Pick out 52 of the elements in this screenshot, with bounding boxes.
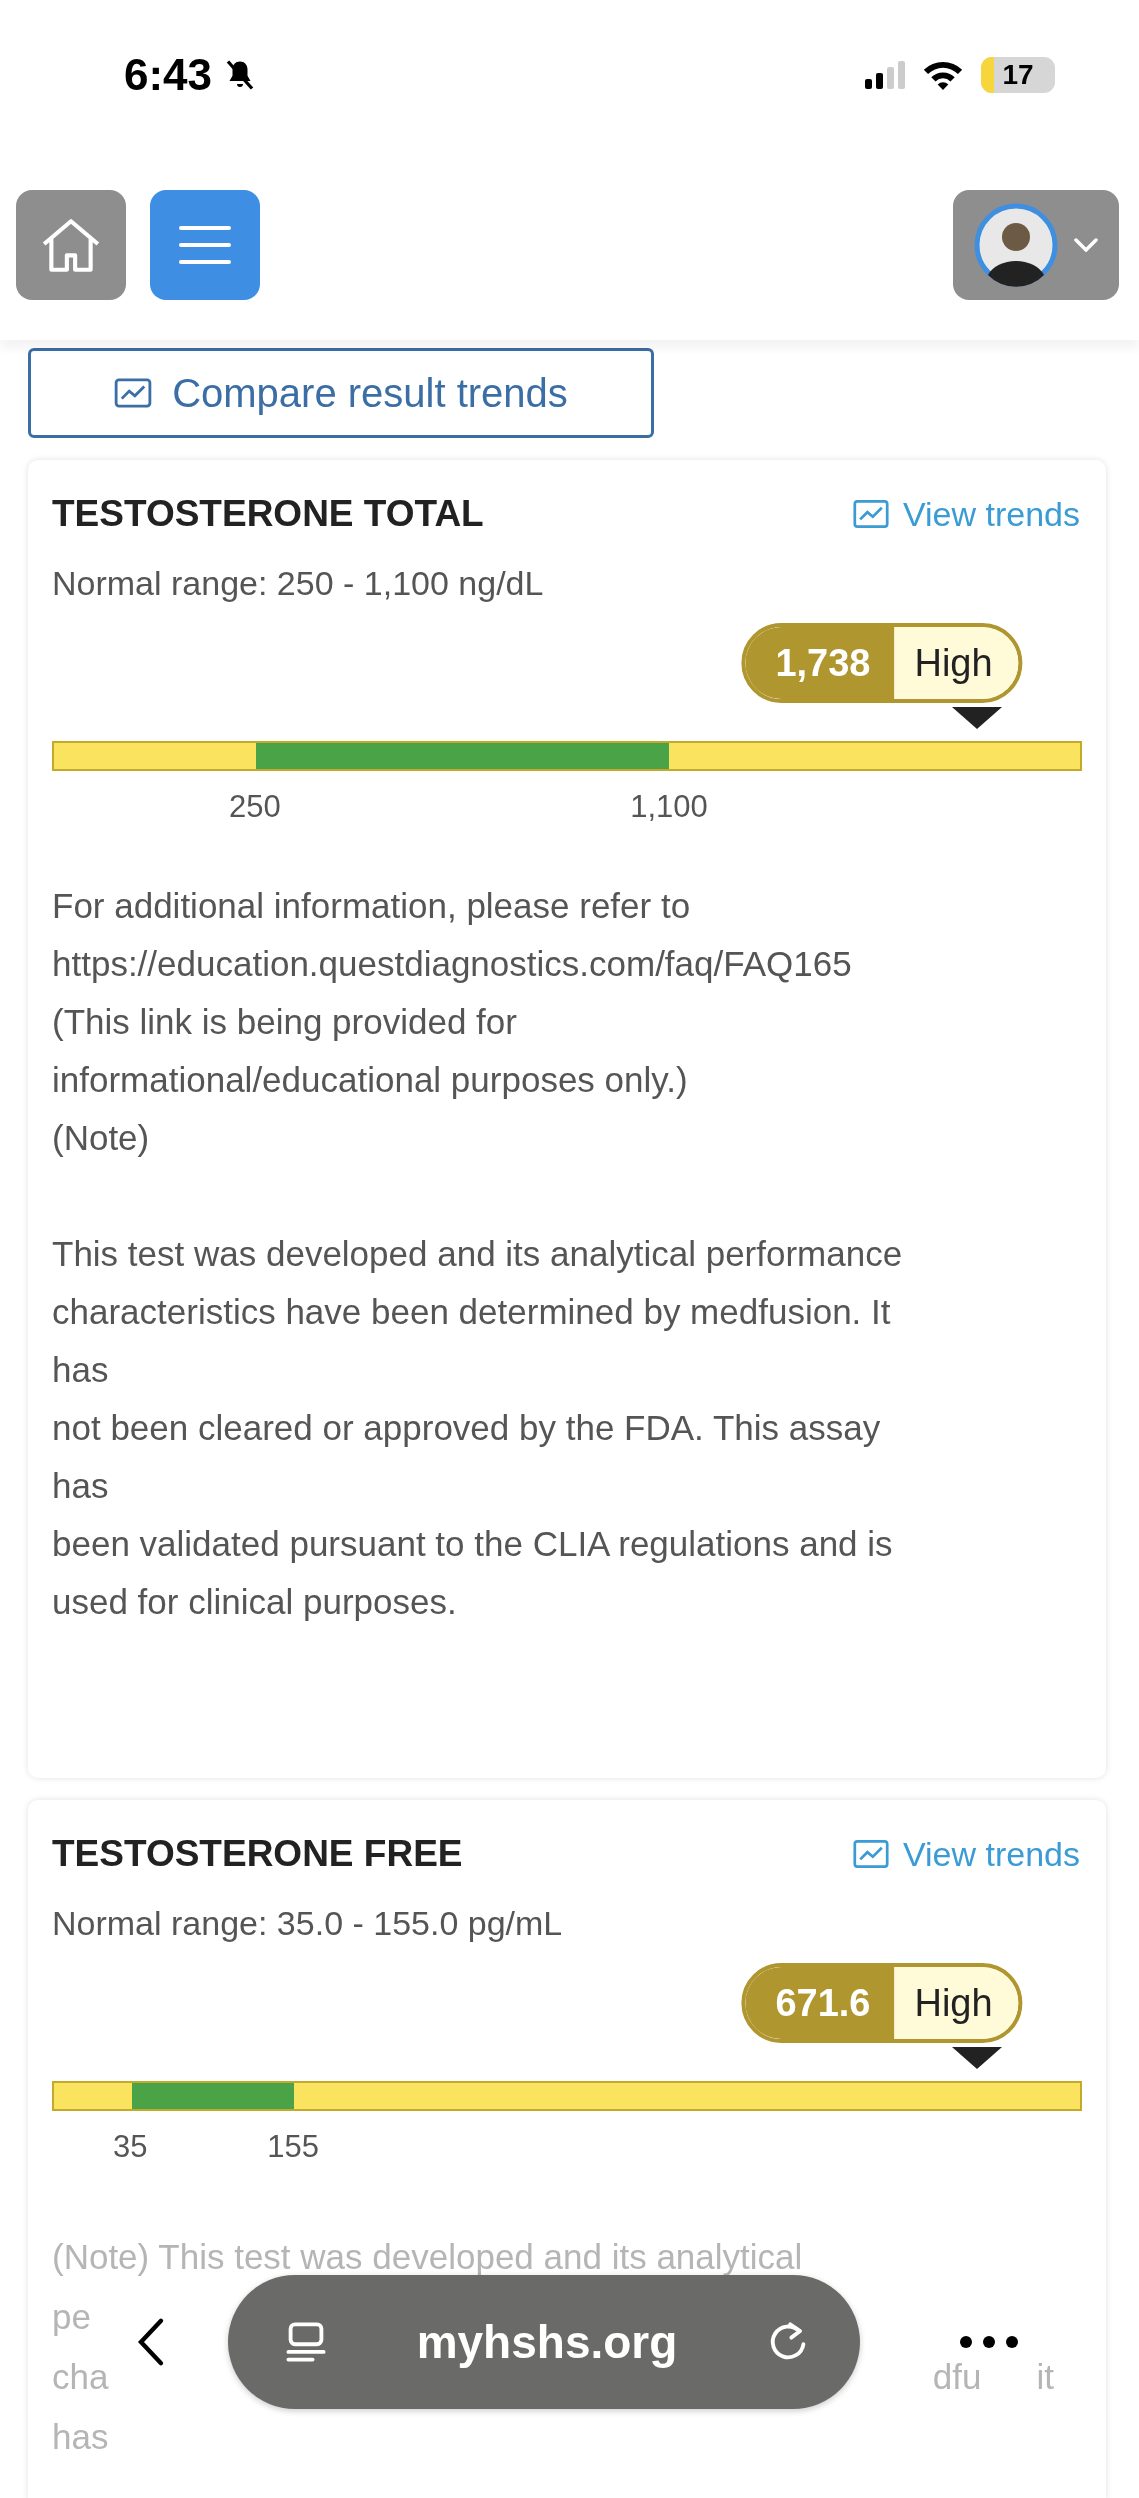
note-text: not been cleared or approved by the FDA. This assay xyxy=(52,1407,882,1449)
back-icon[interactable] xyxy=(136,2317,166,2367)
trend-chart-icon xyxy=(852,499,889,529)
note-text: has xyxy=(52,1349,110,1391)
menu-button[interactable] xyxy=(150,190,260,300)
page-menu-icon xyxy=(284,2320,328,2364)
wifi-icon xyxy=(921,59,965,91)
test-title: TESTOSTERONE TOTAL xyxy=(52,493,484,535)
note-text: pe xyxy=(52,2296,91,2338)
tick-label: 155 xyxy=(267,2129,319,2165)
menu-icon xyxy=(179,224,231,266)
tick-label: 35 xyxy=(113,2129,148,2165)
view-trends-link[interactable]: View trends xyxy=(852,494,1080,534)
note-text: (Note) xyxy=(52,1117,151,1159)
more-icon[interactable] xyxy=(959,2335,1019,2349)
note-text: cha xyxy=(52,2356,109,2398)
note-text: This test was developed and its analytical performance xyxy=(52,1233,904,1275)
address-bar[interactable]: myhshs.org xyxy=(228,2275,860,2409)
home-button[interactable] xyxy=(16,190,126,300)
note-text: dfu xyxy=(932,2356,982,2398)
clock-time: 6:43 xyxy=(124,50,213,100)
test-title: TESTOSTERONE FREE xyxy=(52,1833,463,1875)
note-text: used for clinical purposes. xyxy=(52,1581,458,1623)
note-text: characteristics have been determined by medfusion. It xyxy=(52,1291,892,1333)
result-flag: High xyxy=(894,1967,1019,2039)
result-flag: High xyxy=(894,627,1019,699)
signal-icon xyxy=(865,61,905,89)
note-text: (This link is being provided for xyxy=(52,1001,518,1043)
note-text: it xyxy=(1036,2356,1054,2398)
view-trends-link[interactable]: View trends xyxy=(852,1834,1080,1874)
result-value: 671.6 xyxy=(745,1967,895,2039)
compare-trends-button[interactable]: Compare result trends xyxy=(28,348,654,438)
home-icon xyxy=(40,217,102,273)
battery-icon: 17 xyxy=(981,57,1055,93)
normal-range-text: Normal range: 35.0 - 155.0 pg/mL xyxy=(52,1904,564,1943)
normal-range-text: Normal range: 250 - 1,100 ng/dL xyxy=(52,564,545,603)
account-menu-button[interactable] xyxy=(953,190,1119,300)
trend-chart-icon xyxy=(114,378,153,408)
note-text: has xyxy=(52,1465,110,1507)
note-text: been validated pursuant to the CLIA regulations and is xyxy=(52,1523,894,1565)
tick-label: 1,100 xyxy=(630,789,708,825)
note-text: https://education.questdiagnostics.com/faq/FAQ165 xyxy=(52,943,853,985)
trend-chart-icon xyxy=(852,1839,889,1869)
chevron-down-icon xyxy=(1074,238,1098,252)
note-text: has xyxy=(52,2416,109,2458)
tick-label: 250 xyxy=(229,789,281,825)
note-text: (Note) This test was developed and its analytical xyxy=(52,2236,803,2278)
result-value: 1,738 xyxy=(745,627,895,699)
avatar-icon xyxy=(974,203,1058,287)
note-text: For additional information, please refer to xyxy=(52,885,692,927)
url-text: myhshs.org xyxy=(416,2315,678,2369)
note-text: informational/educational purposes only.) xyxy=(52,1059,689,1101)
